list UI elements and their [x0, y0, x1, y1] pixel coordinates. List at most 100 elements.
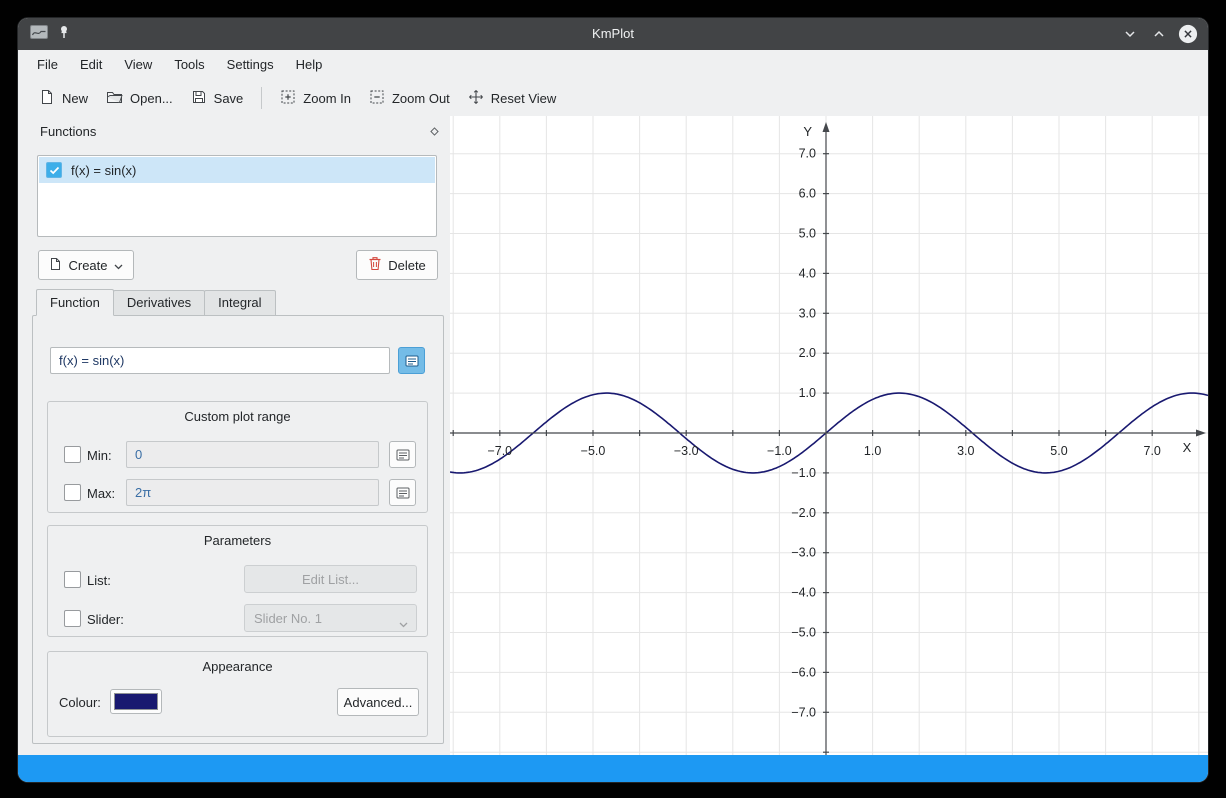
svg-text:−3.0: −3.0 — [791, 546, 816, 560]
svg-text:−5.0: −5.0 — [791, 626, 816, 640]
svg-text:5.0: 5.0 — [799, 227, 816, 241]
function-item-label: f(x) = sin(x) — [71, 163, 136, 178]
parameter-list-label: List: — [87, 573, 111, 588]
min-editor-button[interactable] — [389, 441, 416, 468]
max-input[interactable] — [126, 479, 379, 506]
save-icon — [191, 89, 207, 108]
max-editor-button[interactable] — [389, 479, 416, 506]
svg-text:X: X — [1183, 440, 1192, 455]
tab-derivatives[interactable]: Derivatives — [113, 290, 205, 316]
colour-swatch-fill — [114, 693, 158, 710]
custom-plot-range-title: Custom plot range — [48, 409, 427, 424]
kmplot-window: KmPlot File Edit View Tools Settings Hel… — [18, 18, 1208, 782]
min-label: Min: — [87, 448, 112, 463]
svg-text:−1.0: −1.0 — [791, 466, 816, 480]
create-button[interactable]: Create — [38, 250, 134, 280]
custom-plot-range-group: Custom plot range Min: Max: — [47, 401, 428, 513]
max-label: Max: — [87, 486, 115, 501]
save-button[interactable]: Save — [182, 83, 253, 113]
screen: KmPlot File Edit View Tools Settings Hel… — [0, 0, 1226, 798]
titlebar[interactable]: KmPlot — [18, 18, 1208, 50]
svg-text:−3.0: −3.0 — [674, 444, 699, 458]
status-bar — [18, 755, 1208, 782]
svg-text:4.0: 4.0 — [799, 266, 816, 280]
svg-text:1.0: 1.0 — [799, 386, 816, 400]
svg-text:−5.0: −5.0 — [581, 444, 606, 458]
svg-text:2.0: 2.0 — [799, 346, 816, 360]
new-button[interactable]: New — [30, 83, 97, 113]
maximize-button[interactable] — [1149, 24, 1169, 44]
svg-text:6.0: 6.0 — [799, 187, 816, 201]
window-title: KmPlot — [18, 18, 1208, 50]
parameter-slider-checkbox[interactable] — [64, 610, 81, 627]
tab-integral[interactable]: Integral — [204, 290, 275, 316]
toolbar-separator — [261, 87, 262, 109]
menu-view[interactable]: View — [113, 50, 163, 80]
min-input[interactable] — [126, 441, 379, 468]
svg-text:Y: Y — [803, 124, 812, 139]
zoom-out-icon — [369, 89, 385, 108]
menu-file[interactable]: File — [26, 50, 69, 80]
svg-text:7.0: 7.0 — [799, 147, 816, 161]
advanced-button[interactable]: Advanced... — [337, 688, 419, 716]
svg-text:−6.0: −6.0 — [791, 665, 816, 679]
functions-panel: Functions f(x) = sin(x) Create — [28, 118, 450, 746]
max-checkbox[interactable] — [64, 484, 81, 501]
function-list[interactable]: f(x) = sin(x) — [37, 155, 437, 237]
svg-text:−7.0: −7.0 — [487, 444, 512, 458]
main-content: Functions f(x) = sin(x) Create — [18, 116, 1208, 755]
svg-text:1.0: 1.0 — [864, 444, 881, 458]
reset-view-button[interactable]: Reset View — [459, 83, 566, 113]
menu-tools[interactable]: Tools — [163, 50, 215, 80]
parameters-title: Parameters — [48, 533, 427, 548]
reset-view-icon — [468, 89, 484, 108]
parameter-list-checkbox[interactable] — [64, 571, 81, 588]
function-list-item[interactable]: f(x) = sin(x) — [39, 157, 435, 183]
function-visibility-checkbox[interactable] — [46, 162, 62, 178]
parameter-slider-label: Slider: — [87, 612, 124, 627]
tab-function[interactable]: Function — [36, 289, 114, 316]
svg-text:−1.0: −1.0 — [767, 444, 792, 458]
app-icon[interactable] — [30, 25, 48, 44]
plot-area[interactable]: −7.0 −5.0 −3.0 −1.0 1.0 3.0 5.0 7.0 7.0 6.0 5.0 4.0… — [450, 116, 1208, 755]
svg-text:−2.0: −2.0 — [791, 506, 816, 520]
svg-text:−7.0: −7.0 — [791, 705, 816, 719]
zoom-in-button[interactable]: Zoom In — [271, 83, 360, 113]
menu-help[interactable]: Help — [285, 50, 334, 80]
menu-edit[interactable]: Edit — [69, 50, 113, 80]
min-checkbox[interactable] — [64, 446, 81, 463]
svg-text:−4.0: −4.0 — [791, 586, 816, 600]
functions-panel-header[interactable]: Functions — [28, 118, 450, 146]
equation-editor-button[interactable] — [398, 347, 425, 374]
menu-settings[interactable]: Settings — [216, 50, 285, 80]
colour-swatch-button[interactable] — [110, 689, 162, 714]
float-panel-button[interactable] — [426, 123, 442, 139]
pin-icon[interactable] — [58, 25, 70, 44]
appearance-title: Appearance — [48, 659, 427, 674]
functions-panel-title: Functions — [40, 124, 96, 139]
chevron-down-icon — [399, 616, 408, 631]
open-button[interactable]: Open... — [97, 83, 182, 113]
svg-text:5.0: 5.0 — [1050, 444, 1067, 458]
toolbar: New Open... Save Zoom In Zoom Out Rese — [18, 80, 1208, 116]
function-tab-page: Custom plot range Min: Max: — [32, 315, 444, 744]
svg-text:7.0: 7.0 — [1144, 444, 1161, 458]
new-file-icon — [39, 89, 55, 108]
plot-canvas: −7.0 −5.0 −3.0 −1.0 1.0 3.0 5.0 7.0 7.0 6.0 5.0 4.0… — [450, 116, 1208, 755]
zoom-out-button[interactable]: Zoom Out — [360, 83, 459, 113]
svg-text:3.0: 3.0 — [957, 444, 974, 458]
zoom-in-icon — [280, 89, 296, 108]
svg-text:3.0: 3.0 — [799, 306, 816, 320]
shade-button[interactable] — [1120, 24, 1140, 44]
create-icon — [49, 257, 62, 274]
edit-list-button[interactable]: Edit List... — [244, 565, 417, 593]
open-folder-icon — [106, 89, 123, 108]
colour-label: Colour: — [59, 695, 101, 710]
menubar: File Edit View Tools Settings Help — [18, 50, 1208, 80]
equation-input[interactable] — [50, 347, 390, 374]
close-button[interactable] — [1178, 24, 1198, 44]
delete-button[interactable]: Delete — [356, 250, 438, 280]
trash-icon — [368, 256, 382, 274]
chevron-down-icon — [114, 258, 123, 273]
slider-combobox[interactable]: Slider No. 1 — [244, 604, 417, 632]
